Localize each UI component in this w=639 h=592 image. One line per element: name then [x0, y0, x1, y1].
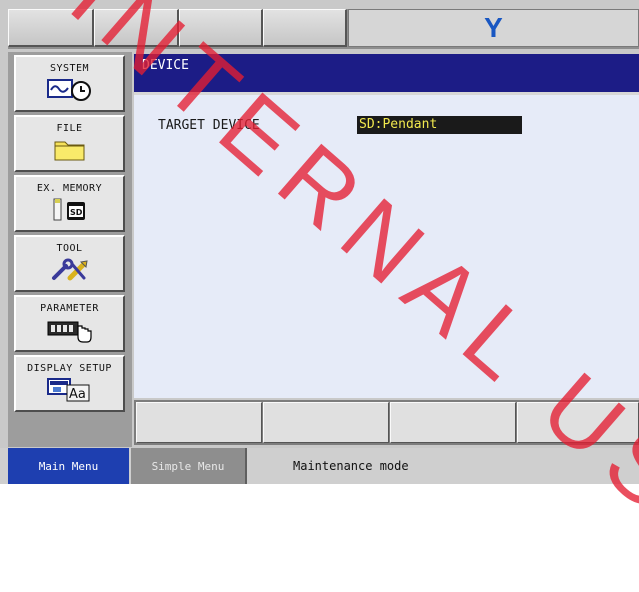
menu-button-ex-memory[interactable]: EX. MEMORY SD: [14, 175, 125, 232]
function-button-2[interactable]: [263, 402, 389, 443]
display-font-icon: Aa: [45, 378, 95, 402]
folder-icon: [53, 138, 87, 162]
parameter-hand-icon: [45, 318, 95, 343]
target-device-value[interactable]: SD:Pendant: [357, 116, 522, 134]
svg-text:Aa: Aa: [69, 387, 86, 402]
menu-button-parameter[interactable]: PARAMETER: [14, 295, 125, 352]
menu-button-tool[interactable]: TOOL: [14, 235, 125, 292]
function-button-bar: [134, 400, 639, 445]
main-menu-tab[interactable]: Main Menu: [8, 448, 129, 484]
page-title: DEVICE: [142, 58, 189, 73]
simple-menu-tab[interactable]: Simple Menu: [131, 448, 247, 484]
toolbar-button-3[interactable]: [179, 9, 263, 47]
logo-area: Y: [348, 9, 639, 47]
system-monitor-clock-icon: [45, 78, 95, 102]
mode-status-text: Maintenance mode: [293, 459, 409, 473]
toolbar-button-1[interactable]: [8, 9, 94, 47]
status-bar: Main Menu Simple Menu Maintenance mode: [0, 448, 639, 484]
menu-button-system[interactable]: SYSTEM: [14, 55, 125, 112]
menu-label-parameter: PARAMETER: [40, 303, 99, 314]
brand-logo: Y: [484, 12, 503, 43]
toolbar-button-2[interactable]: [94, 9, 179, 47]
tools-wrench-icon: [48, 258, 92, 282]
top-toolbar: Y: [8, 9, 639, 49]
sd-card-icon: SD: [50, 198, 90, 222]
menu-label-display-setup: DISPLAY SETUP: [27, 363, 112, 374]
toolbar-button-4[interactable]: [263, 9, 347, 47]
pendant-window: Y SYSTEM FILE EX. MEMORY SD TOOL PARAMET…: [0, 0, 639, 590]
function-button-1[interactable]: [136, 402, 262, 443]
main-menu-panel: SYSTEM FILE EX. MEMORY SD TOOL PARAMETER…: [8, 52, 132, 447]
device-screen: DEVICE TARGET DEVICE SD:Pendant: [134, 54, 639, 398]
svg-text:SD: SD: [70, 208, 83, 217]
menu-label-file: FILE: [56, 123, 83, 134]
function-button-3[interactable]: [390, 402, 516, 443]
menu-label-ex-memory: EX. MEMORY: [36, 183, 103, 194]
title-bar: DEVICE: [134, 54, 639, 95]
menu-label-tool: TOOL: [56, 243, 83, 254]
menu-button-file[interactable]: FILE: [14, 115, 125, 172]
menu-button-display-setup[interactable]: DISPLAY SETUP Aa: [14, 355, 125, 412]
function-button-4[interactable]: [517, 402, 639, 443]
target-device-label: TARGET DEVICE: [158, 118, 260, 133]
menu-label-system: SYSTEM: [49, 63, 90, 74]
